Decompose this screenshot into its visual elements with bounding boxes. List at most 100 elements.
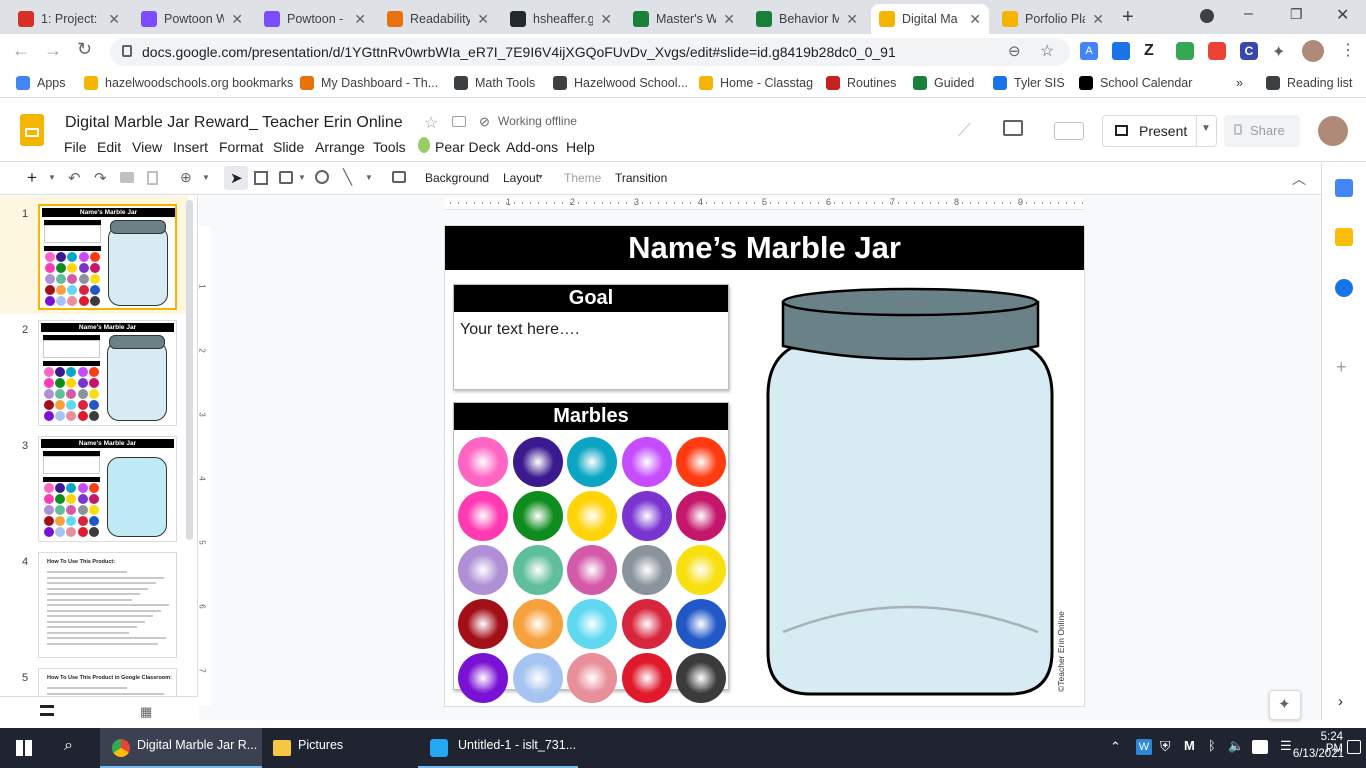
grid-view-icon[interactable]: ▦ [140, 704, 152, 720]
menu-insert[interactable]: Insert [173, 139, 208, 155]
clock-date[interactable]: 6/13/2021 [1292, 748, 1344, 760]
mail-tray-icon[interactable]: M [1184, 738, 1195, 753]
extension-face-icon[interactable] [1176, 42, 1194, 60]
tab-close-icon[interactable]: ✕ [354, 11, 366, 28]
filmstrip-scrollbar[interactable] [186, 200, 193, 540]
slide-thumbnail[interactable]: Name's Marble Jar [38, 320, 177, 426]
undo-icon[interactable]: ↶ [68, 169, 81, 187]
marble[interactable] [621, 544, 672, 595]
zoom-tool-icon[interactable]: ⊕ [180, 169, 192, 186]
zoom-icon[interactable]: ⊖ [1008, 42, 1021, 60]
extension-z-icon[interactable]: Z [1144, 42, 1154, 60]
menu-arrange[interactable]: Arrange [315, 139, 365, 155]
menu-slide[interactable]: Slide [273, 139, 304, 155]
marble[interactable] [621, 490, 672, 541]
comment-add-icon[interactable] [392, 171, 406, 183]
battery-tray-icon[interactable] [1252, 740, 1268, 754]
slide-thumbnail[interactable]: How To Use This Product: [38, 552, 177, 658]
collapse-toolbar-icon[interactable]: ︿ [1292, 169, 1306, 189]
marble[interactable] [676, 652, 727, 703]
new-tab-button[interactable]: + [1122, 6, 1134, 29]
taskbar-pictures-label[interactable]: Pictures [298, 738, 343, 752]
reload-icon[interactable]: ↻ [77, 39, 92, 60]
marble[interactable] [458, 652, 508, 703]
zoom-dropdown-icon[interactable]: ▼ [202, 173, 210, 182]
bookmark-item[interactable]: School Calendar [1079, 76, 1192, 90]
text-box-icon[interactable] [254, 171, 268, 185]
tab-close-icon[interactable]: ✕ [231, 11, 243, 28]
marble[interactable] [621, 652, 672, 703]
marble[interactable] [676, 490, 727, 541]
marble[interactable] [567, 490, 618, 541]
image-dropdown-icon[interactable]: ▼ [298, 173, 306, 182]
bookmark-item[interactable]: Tyler SIS [993, 76, 1065, 90]
meet-icon[interactable] [1054, 122, 1084, 140]
marble[interactable] [512, 652, 563, 703]
layout-dropdown-icon[interactable]: ▼ [537, 174, 544, 181]
bookmark-item[interactable]: Reading list [1266, 76, 1352, 90]
line-icon[interactable]: ╲ [343, 168, 352, 186]
profile-avatar[interactable] [1302, 40, 1324, 62]
tab-close-icon[interactable]: ✕ [1092, 11, 1104, 28]
tab-close-icon[interactable]: ✕ [846, 11, 858, 28]
menu-edit[interactable]: Edit [97, 139, 121, 155]
share-button[interactable]: Share [1224, 115, 1300, 147]
browser-tab[interactable]: Porfolio Pla ✕ [994, 4, 1112, 34]
vertical-ruler[interactable]: 1 2 3 4 5 6 7 [198, 226, 211, 706]
security-tray-icon[interactable]: ⛨ [1160, 738, 1171, 755]
network-tray-icon[interactable]: ☰ [1280, 738, 1292, 754]
get-addons-icon[interactable]: + [1336, 357, 1347, 378]
marble-jar[interactable] [763, 282, 1058, 700]
extension-translate-icon[interactable]: A [1080, 42, 1098, 60]
slide[interactable]: Name’s Marble Jar Goal Your text here…. … [445, 226, 1084, 706]
marble[interactable] [621, 437, 672, 487]
paint-format-icon[interactable] [147, 171, 158, 185]
menu-tools[interactable]: Tools [373, 139, 406, 155]
bookmark-item[interactable]: hazelwoodschools.org bookmarks [84, 76, 293, 90]
marble[interactable] [676, 437, 727, 487]
line-dropdown-icon[interactable]: ▼ [365, 173, 373, 182]
tab-search-icon[interactable] [1200, 9, 1214, 23]
tab-close-icon[interactable]: ✕ [969, 11, 981, 28]
redo-icon[interactable]: ↷ [94, 169, 107, 187]
slides-logo-icon[interactable] [20, 114, 44, 146]
browser-tab[interactable]: Behavior M ✕ [748, 4, 866, 34]
horizontal-ruler[interactable]: 123456789 [445, 197, 1084, 210]
marble[interactable] [458, 544, 508, 595]
extension-badge-icon[interactable] [1208, 42, 1226, 60]
menu-help[interactable]: Help [566, 139, 595, 155]
browser-tab[interactable]: hsheaffer.g ✕ [502, 4, 620, 34]
present-dropdown-icon[interactable]: ▼ [1201, 123, 1211, 134]
print-icon[interactable] [120, 172, 134, 183]
star-icon[interactable]: ☆ [424, 113, 438, 133]
bookmark-star-icon[interactable]: ☆ [1040, 41, 1054, 61]
marble[interactable] [676, 598, 727, 649]
menu-file[interactable]: File [64, 139, 87, 155]
minimize-button[interactable]: – [1244, 5, 1253, 23]
extensions-puzzle-icon[interactable]: ✦ [1272, 42, 1285, 62]
browser-tab[interactable]: Master's W ✕ [625, 4, 743, 34]
volume-tray-icon[interactable]: 🔈 [1228, 738, 1244, 754]
bookmarks-overflow-icon[interactable]: » [1236, 76, 1243, 90]
transition-button[interactable]: Transition [615, 171, 667, 185]
marble[interactable] [567, 598, 618, 649]
theme-button[interactable]: Theme [564, 171, 601, 185]
menu-add-ons[interactable]: Add-ons [506, 139, 558, 155]
marble[interactable] [512, 598, 563, 649]
bookmark-item[interactable]: Guided [913, 76, 974, 90]
marble[interactable] [567, 544, 618, 595]
shape-icon[interactable] [315, 170, 329, 184]
explore-button[interactable]: ✦ [1269, 690, 1301, 720]
browser-menu-icon[interactable]: ⋮ [1340, 40, 1356, 60]
slide-thumbnail[interactable]: Name's Marble Jar [38, 436, 177, 542]
marble[interactable] [458, 437, 508, 487]
comments-icon[interactable] [1003, 120, 1023, 136]
word-tray-icon[interactable]: W [1136, 739, 1152, 755]
browser-tab[interactable]: Digital Ma ✕ [871, 4, 989, 34]
slide-thumbnail[interactable]: Name's Marble Jar [38, 204, 177, 310]
tab-close-icon[interactable]: ✕ [477, 11, 489, 28]
marble[interactable] [512, 490, 563, 541]
back-icon[interactable]: ← [12, 40, 30, 61]
menu-format[interactable]: Format [219, 139, 263, 155]
doc-title[interactable]: Digital Marble Jar Reward_ Teacher Erin … [65, 114, 403, 132]
